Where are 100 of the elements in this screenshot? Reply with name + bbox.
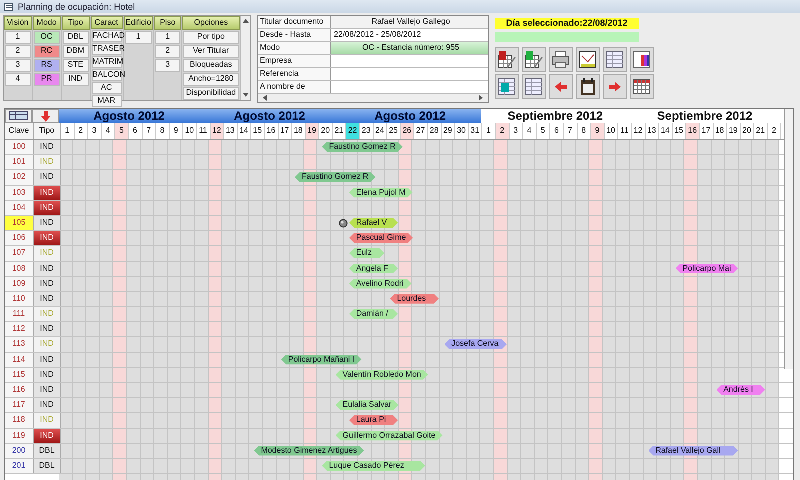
table-cell[interactable]: 101 xyxy=(5,155,34,170)
filter-option[interactable]: 3 xyxy=(155,59,180,72)
scrollbar[interactable] xyxy=(258,94,488,102)
day-header[interactable]: 11 xyxy=(196,123,211,139)
booking-bar[interactable]: Laura Pi xyxy=(349,415,398,426)
filter-option[interactable]: STE xyxy=(62,59,89,72)
filter-option[interactable]: RC xyxy=(34,45,60,58)
day-header[interactable]: 29 xyxy=(442,123,456,139)
filter-option[interactable]: 2 xyxy=(5,45,31,58)
calendar-view-button[interactable] xyxy=(5,109,32,123)
day-header[interactable]: 17 xyxy=(700,123,714,139)
toolbar-button[interactable] xyxy=(630,47,654,72)
filter-option[interactable]: Ver Titular xyxy=(183,45,240,58)
day-header[interactable]: 10 xyxy=(183,123,197,139)
filter-option[interactable]: RS xyxy=(34,59,60,72)
filter-option[interactable]: Bloqueadas xyxy=(183,59,240,72)
filter-option[interactable]: 1 xyxy=(5,31,31,44)
day-header[interactable]: 27 xyxy=(414,123,428,139)
scroll-up-icon[interactable] xyxy=(242,18,250,24)
table-cell[interactable]: 102 xyxy=(5,170,34,185)
scroll-left-icon[interactable] xyxy=(262,94,268,102)
filter-option[interactable]: PR xyxy=(34,73,60,86)
day-header[interactable]: 12 xyxy=(210,123,224,139)
day-header[interactable]: 26 xyxy=(400,123,414,139)
day-header[interactable]: 31 xyxy=(468,123,482,139)
day-header[interactable]: 19 xyxy=(306,123,320,139)
scrollbar[interactable] xyxy=(241,16,250,100)
day-header[interactable]: 22 xyxy=(346,123,360,139)
filter-option[interactable]: 3 xyxy=(5,59,31,72)
table-cell[interactable]: 107 xyxy=(5,246,34,260)
day-header[interactable]: 30 xyxy=(455,123,469,139)
day-header[interactable]: 15 xyxy=(251,123,265,139)
day-header[interactable]: 16 xyxy=(264,123,278,139)
filter-option[interactable]: 2 xyxy=(155,45,180,58)
day-header[interactable]: 21 xyxy=(332,123,346,139)
booking-bar[interactable]: Eulalia Salvar xyxy=(336,400,399,410)
day-header[interactable]: 20 xyxy=(740,123,754,139)
table-cell[interactable]: 103 xyxy=(5,186,34,200)
day-header[interactable]: 13 xyxy=(646,123,660,139)
day-header[interactable]: 17 xyxy=(278,123,292,139)
day-header[interactable]: 8 xyxy=(578,123,592,139)
day-header[interactable]: 21 xyxy=(754,123,768,139)
filter-option[interactable]: DBM xyxy=(62,45,89,58)
table-cell[interactable]: 113 xyxy=(5,337,34,352)
day-header[interactable]: 18 xyxy=(292,123,306,139)
table-cell[interactable]: 201 xyxy=(5,458,34,474)
scroll-down-icon[interactable] xyxy=(242,92,250,98)
table-cell[interactable]: 116 xyxy=(5,383,34,398)
filter-option[interactable]: Por tipo xyxy=(183,31,240,44)
toolbar-button[interactable] xyxy=(630,74,654,99)
table-cell[interactable]: 110 xyxy=(5,292,34,306)
table-cell[interactable]: 118 xyxy=(5,413,34,428)
booking-bar[interactable]: Pascual Gime xyxy=(349,233,414,244)
day-header[interactable]: 9 xyxy=(591,123,605,139)
filter-option[interactable]: Ancho=1280 xyxy=(183,73,240,86)
day-header[interactable]: 2 xyxy=(496,123,510,139)
day-header[interactable]: 18 xyxy=(714,123,728,139)
filter-option[interactable]: MAR xyxy=(92,95,122,107)
day-header[interactable]: 14 xyxy=(238,123,252,139)
filter-option[interactable]: DBL xyxy=(62,31,89,44)
booking-bar[interactable]: Faustino Gomez R xyxy=(295,172,376,182)
day-header[interactable]: 16 xyxy=(686,123,700,139)
filter-option[interactable]: MATRIM xyxy=(92,56,122,68)
day-header[interactable]: 24 xyxy=(374,123,388,139)
day-header[interactable]: 14 xyxy=(659,123,673,139)
filter-option[interactable]: AC xyxy=(92,82,122,94)
day-header[interactable]: 5 xyxy=(115,123,129,139)
booking-bar[interactable]: Damián / xyxy=(349,309,398,320)
day-header[interactable]: 19 xyxy=(727,123,741,139)
toolbar-button[interactable] xyxy=(549,47,573,72)
down-arrow-button[interactable] xyxy=(32,109,59,123)
table-cell[interactable]: 105 xyxy=(5,216,34,230)
filter-option[interactable]: 4 xyxy=(5,73,31,86)
table-cell[interactable]: 114 xyxy=(5,352,34,367)
day-header[interactable]: 15 xyxy=(672,123,686,139)
day-header[interactable]: 12 xyxy=(632,123,646,139)
table-cell[interactable]: 112 xyxy=(5,322,34,336)
day-header[interactable]: 7 xyxy=(142,123,156,139)
toolbar-button[interactable] xyxy=(495,47,519,72)
day-header[interactable]: 2 xyxy=(74,123,88,139)
toolbar-button[interactable] xyxy=(576,47,600,72)
scrollbar[interactable] xyxy=(784,109,793,369)
booking-bar[interactable]: Faustino Gomez R xyxy=(322,142,403,152)
toolbar-button[interactable] xyxy=(522,47,546,72)
table-cell[interactable]: 108 xyxy=(5,262,34,276)
day-header[interactable]: 28 xyxy=(428,123,442,139)
day-header[interactable]: 10 xyxy=(604,123,618,139)
table-cell[interactable]: 117 xyxy=(5,398,34,412)
day-header[interactable]: 20 xyxy=(319,123,333,139)
table-cell[interactable]: 106 xyxy=(5,231,34,246)
day-header[interactable]: 13 xyxy=(224,123,238,139)
table-cell[interactable]: 100 xyxy=(5,140,34,154)
filter-option[interactable]: Disponibilidad xyxy=(183,87,240,100)
toolbar-button[interactable] xyxy=(576,74,600,99)
booking-bar[interactable]: Andrés I xyxy=(716,385,766,395)
table-cell[interactable]: 115 xyxy=(5,368,34,382)
table-cell[interactable]: 104 xyxy=(5,200,34,215)
table-cell[interactable]: 200 xyxy=(5,444,34,458)
filter-option[interactable]: 1 xyxy=(124,31,152,44)
filter-option[interactable]: IND xyxy=(62,73,89,86)
